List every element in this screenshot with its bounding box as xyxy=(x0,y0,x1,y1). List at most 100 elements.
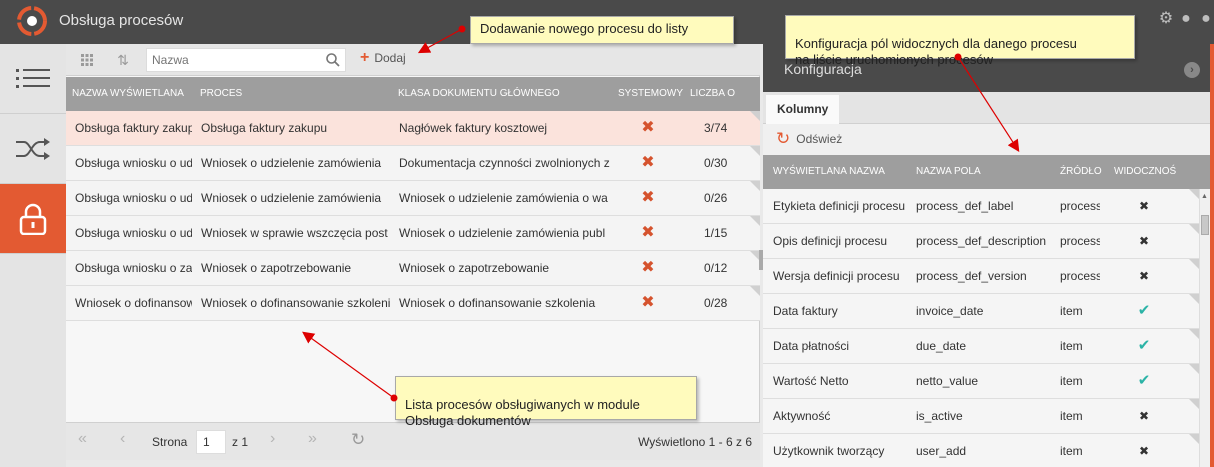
column-header-system[interactable]: SYSTEMOWY xyxy=(612,77,684,111)
column-header-visibility[interactable]: WIDOCZNOŚ xyxy=(1114,155,1184,189)
config-row[interactable]: Wartość Netto netto_value item ✔ xyxy=(763,364,1199,399)
search-box xyxy=(146,48,346,72)
cell-doc-class: Wniosek o udzielenie zamówienia publ xyxy=(399,226,606,240)
row-corner-marker xyxy=(750,146,760,156)
cell-field: due_date xyxy=(916,339,967,353)
visible-check-icon[interactable]: ✔ xyxy=(1114,294,1174,328)
collapse-arrow-icon[interactable]: › xyxy=(1184,62,1200,78)
cell-count: 0/12 xyxy=(704,261,728,275)
row-corner-marker xyxy=(750,286,760,296)
prev-page-button[interactable]: ‹ xyxy=(120,430,125,448)
plus-icon: + xyxy=(360,49,370,66)
window-controls: ⚙ ● ● xyxy=(1158,11,1214,27)
last-page-button[interactable]: » xyxy=(308,430,317,448)
cell-field: process_def_label xyxy=(916,199,1014,213)
column-header-display[interactable]: WYŚWIETLANA NAZWA xyxy=(773,155,913,189)
cell-doc-class: Nagłówek faktury kosztowej xyxy=(399,121,548,135)
cell-name: Obsługa wniosku o zapotrzebowanie xyxy=(75,261,192,275)
gear-icon[interactable]: ⚙ xyxy=(1158,11,1174,27)
cell-process: Wniosek o dofinansowanie szkoleni xyxy=(201,296,390,310)
column-header-count[interactable]: LICZBA O xyxy=(684,77,760,111)
table-row[interactable]: Obsługa wniosku o udzielenie zamówienia W… xyxy=(66,181,760,216)
cell-field: netto_value xyxy=(916,374,979,388)
grid-view-button[interactable] xyxy=(72,48,102,72)
accent-strip xyxy=(1210,44,1214,467)
first-page-button[interactable]: « xyxy=(78,430,87,448)
nav-process-list[interactable] xyxy=(0,44,66,114)
cell-display: Użytkownik tworzący xyxy=(773,444,885,458)
cell-display: Etykieta definicji procesu xyxy=(773,199,906,213)
hidden-x-icon[interactable]: ✖ xyxy=(1114,259,1174,293)
nav-running-processes[interactable] xyxy=(0,114,66,184)
config-row[interactable]: Aktywność is_active item ✖ xyxy=(763,399,1199,434)
cell-name: Obsługa faktury zakupu xyxy=(75,121,192,135)
visible-check-icon[interactable]: ✔ xyxy=(1114,329,1174,363)
column-header-doc-class[interactable]: KLASA DOKUMENTU GŁÓWNEGO xyxy=(392,77,612,111)
cell-field: user_add xyxy=(916,444,967,458)
callout-add-text: Dodawanie nowego procesu do listy xyxy=(480,21,689,36)
add-button[interactable]: + Dodaj xyxy=(360,49,406,66)
row-corner-marker xyxy=(1189,434,1199,444)
cell-name: Obsługa wniosku o udzielenie zamówienia xyxy=(75,156,192,170)
refresh-icon: ↻ xyxy=(776,129,791,148)
column-header-source[interactable]: ŹRÓDŁO xyxy=(1060,155,1110,189)
cell-source: item xyxy=(1060,374,1083,388)
row-corner-marker xyxy=(1189,224,1199,234)
search-icon[interactable] xyxy=(326,53,340,67)
nav-process-config[interactable] xyxy=(0,184,66,254)
table-row[interactable]: Obsługa faktury zakupu Obsługa faktury za… xyxy=(66,111,760,146)
cell-doc-class: Dokumentacja czynności zwolnionych z xyxy=(399,156,610,170)
grid-view-icon xyxy=(81,54,93,66)
table-row[interactable]: Obsługa wniosku o udzielenie zamówienia W… xyxy=(66,146,760,181)
search-input[interactable] xyxy=(147,49,319,71)
page-input[interactable]: 1 xyxy=(196,430,226,454)
hidden-x-icon[interactable]: ✖ xyxy=(1114,434,1174,467)
tab-columns[interactable]: Kolumny xyxy=(766,95,840,124)
row-corner-marker xyxy=(1189,259,1199,269)
table-row[interactable]: Obsługa wniosku o udzielenie Wniosek w sp… xyxy=(66,216,760,251)
scroll-thumb[interactable] xyxy=(1201,215,1209,235)
hidden-x-icon[interactable]: ✖ xyxy=(1114,224,1174,258)
column-header-display-name[interactable]: NAZWA WYŚWIETLANA xyxy=(66,77,192,111)
config-row[interactable]: Wersja definicji procesu process_def_vers… xyxy=(763,259,1199,294)
column-header-process[interactable]: PROCES xyxy=(194,77,392,111)
page-label: Strona xyxy=(152,435,188,449)
cell-field: process_def_description xyxy=(916,234,1047,248)
system-flag-icon: ✖ xyxy=(641,294,655,311)
config-row[interactable]: Data faktury invoice_date item ✔ xyxy=(763,294,1199,329)
table-row[interactable]: Wniosek o dofinansowanie Wniosek o dofina… xyxy=(66,286,760,321)
config-row[interactable]: Opis definicji procesu process_def_descri… xyxy=(763,224,1199,259)
table-row[interactable]: Obsługa wniosku o zapotrzebowanie Wniosek… xyxy=(66,251,760,286)
shuffle-icon xyxy=(16,137,50,160)
config-row[interactable]: Użytkownik tworzący user_add item ✖ xyxy=(763,434,1199,467)
sort-button[interactable]: ⇅ xyxy=(108,48,138,72)
config-row[interactable]: Etykieta definicji procesu process_def_la… xyxy=(763,189,1199,224)
next-page-button[interactable]: › xyxy=(270,430,275,448)
minimize-icon[interactable]: ● xyxy=(1178,11,1194,27)
visible-check-icon[interactable]: ✔ xyxy=(1114,364,1174,398)
config-toolbar: ↻ Odśwież xyxy=(763,125,1210,155)
cell-source: item xyxy=(1060,339,1083,353)
config-row[interactable]: Data płatności due_date item ✔ xyxy=(763,329,1199,364)
callout-list: Lista procesów obsługiwanych w module Ob… xyxy=(395,376,697,428)
cell-field: process_def_version xyxy=(916,269,1027,283)
cell-display: Wersja definicji procesu xyxy=(773,269,900,283)
lock-icon xyxy=(19,203,47,235)
grid-header: NAZWA WYŚWIETLANA PROCES KLASA DOKUMENTU… xyxy=(66,77,760,111)
config-scrollbar[interactable]: ▲ xyxy=(1199,189,1210,467)
cell-count: 0/30 xyxy=(704,156,728,170)
hidden-x-icon[interactable]: ✖ xyxy=(1114,399,1174,433)
hidden-x-icon[interactable]: ✖ xyxy=(1114,189,1174,223)
refresh-icon[interactable]: ↻ xyxy=(351,430,365,450)
app-window: Obsługa procesów ⚙ ● ● ⇅ Nazwa + Dodaj N… xyxy=(0,0,1214,467)
close-icon[interactable]: ● xyxy=(1198,11,1214,27)
scroll-up-icon[interactable]: ▲ xyxy=(1201,193,1208,200)
refresh-button[interactable]: ↻ Odśwież xyxy=(776,129,842,148)
system-flag-icon: ✖ xyxy=(641,224,655,241)
column-header-field[interactable]: NAZWA POLA xyxy=(916,155,1056,189)
cell-field: is_active xyxy=(916,409,963,423)
cell-source: process xyxy=(1060,234,1100,248)
sort-icon: ⇅ xyxy=(117,51,129,68)
page-total: z 1 xyxy=(232,435,249,449)
row-corner-marker xyxy=(1189,294,1199,304)
